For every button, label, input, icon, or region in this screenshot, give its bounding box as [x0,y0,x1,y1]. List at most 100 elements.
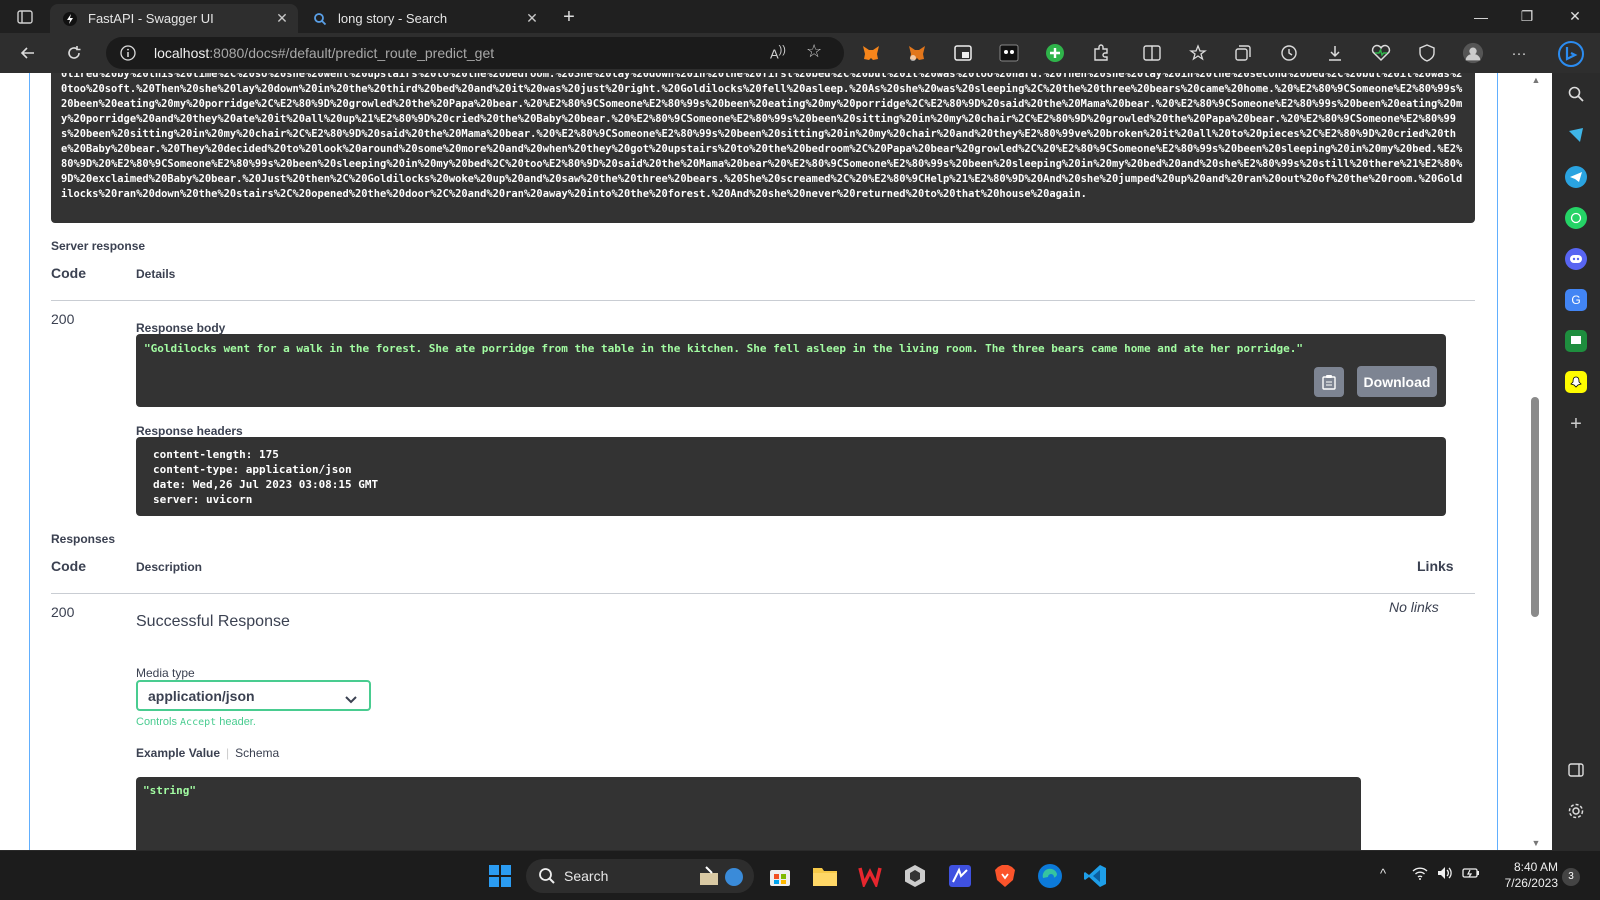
notification-badge[interactable]: 3 [1562,868,1580,886]
tab-example-value[interactable]: Example Value [136,746,220,760]
close-window-icon[interactable]: ✕ [1552,0,1598,33]
volume-icon[interactable] [1437,866,1453,883]
add-sidebar-app-icon[interactable]: + [1565,413,1587,435]
taskbar-search[interactable]: Search [526,859,754,893]
collections-icon[interactable] [1232,42,1254,64]
edge-sidebar: G + [1552,73,1600,850]
restore-icon[interactable]: ❐ [1504,0,1550,33]
picture-in-picture-icon[interactable] [952,42,974,64]
favorite-star-icon[interactable]: ☆ [806,41,822,62]
start-windows-icon[interactable] [484,860,516,892]
chevron-down-icon [345,691,357,709]
response-body: "Goldilocks went for a walk in the fores… [136,334,1446,407]
no-links-text: No links [1389,599,1439,615]
downloads-icon[interactable] [1324,42,1346,64]
chat-icon[interactable] [1565,330,1587,352]
tab-search[interactable]: long story - Search ✕ [300,4,548,33]
response-body-label: Response body [136,321,226,335]
health-extension-icon[interactable] [1370,42,1392,64]
server-response-heading: Server response [51,239,146,253]
whatsapp-icon[interactable] [1565,207,1587,229]
clipboard-icon [1322,375,1336,390]
browser-essentials-icon[interactable] [1416,42,1438,64]
address-bar[interactable]: localhost:8080/docs#/default/predict_rou… [106,37,844,69]
tab-schema[interactable]: Schema [235,746,279,760]
search-icon[interactable] [1565,83,1587,105]
show-hidden-icons-chevron-icon[interactable]: ^ [1380,866,1386,881]
split-screen-icon[interactable] [1141,42,1163,64]
response-headers-label: Response headers [136,424,243,438]
dark-mode-extension-icon[interactable] [998,42,1020,64]
discord-icon[interactable] [1565,248,1587,270]
bing-copilot-icon[interactable] [1553,36,1589,72]
wps-office-icon[interactable] [854,860,886,892]
col-code: Code [51,558,86,574]
editor-app-icon[interactable] [944,860,976,892]
search-icon [538,867,556,888]
col-code: Code [51,265,86,281]
operation-panel: 0tired%20by%20this%20time%2C%20so%20she%… [29,73,1498,850]
header-line: server: uvicorn [153,493,253,506]
download-button[interactable]: Download [1357,366,1437,397]
unity-icon[interactable] [899,860,931,892]
shopping-icon[interactable] [1565,124,1587,146]
tab-title: long story - Search [338,11,448,26]
media-type-value: application/json [148,688,255,704]
example-value-text: "string" [143,784,196,797]
swagger-page: 0tired%20by%20this%20time%2C%20so%20she%… [0,73,1552,850]
file-explorer-icon[interactable] [809,860,841,892]
site-info-icon[interactable] [120,45,136,61]
metamask-extension-icon[interactable] [860,42,882,64]
clock-time: 8:40 AM [1513,860,1558,874]
browser-toolbar: localhost:8080/docs#/default/predict_rou… [0,33,1600,73]
header-line: content-length: 175 [153,448,279,461]
controls-accept-note: Controls Accept header. [136,716,256,728]
close-tab-icon[interactable]: ✕ [270,10,294,27]
browser-titlebar: FastAPI - Swagger UI ✕ long story - Sear… [0,0,1600,33]
col-details: Details [136,267,176,281]
metamask-flask-extension-icon[interactable] [906,42,928,64]
scrollbar-thumb[interactable] [1531,397,1539,617]
edge-browser-icon[interactable] [1034,860,1066,892]
wifi-icon[interactable] [1412,866,1428,883]
example-schema-tabs: Example Value | Schema [136,746,280,760]
windows-taskbar: Search ^ 8:40 AM 7/26/2023 3 [0,850,1600,900]
back-icon[interactable] [14,41,42,65]
vscode-icon[interactable] [1079,860,1111,892]
profile-avatar[interactable] [1462,42,1484,64]
history-icon[interactable] [1278,42,1300,64]
example-value-code: "string" [136,777,1361,850]
media-type-label: Media type [136,666,195,680]
brave-browser-icon[interactable] [989,860,1021,892]
add-extension-icon[interactable] [1044,42,1066,64]
snapchat-icon[interactable] [1565,371,1587,393]
scroll-down-icon[interactable]: ▼ [1530,838,1542,848]
favorites-icon[interactable] [1187,42,1209,64]
telegram-icon[interactable] [1565,166,1587,188]
col-description: Description [136,560,203,574]
scroll-up-icon[interactable]: ▲ [1530,75,1542,85]
response-description: Successful Response [136,613,290,630]
refresh-icon[interactable] [60,41,88,65]
settings-gear-icon[interactable] [1565,800,1587,822]
tab-actions-icon[interactable] [12,7,38,27]
copy-to-clipboard-button[interactable] [1314,367,1344,397]
extensions-puzzle-icon[interactable] [1090,42,1112,64]
search-favicon-icon [312,11,328,27]
battery-icon[interactable] [1462,866,1480,883]
header-line: content-type: application/json [153,463,352,476]
microsoft-store-icon[interactable] [764,860,796,892]
hide-sidebar-icon[interactable] [1565,759,1587,781]
new-tab-button[interactable]: + [556,6,582,30]
tab-swagger[interactable]: FastAPI - Swagger UI ✕ [50,4,298,33]
google-translate-icon[interactable]: G [1565,289,1587,311]
response-headers: content-length: 175 content-type: applic… [136,437,1446,516]
search-highlight-icon [700,866,743,886]
minimize-icon[interactable]: — [1458,0,1504,33]
response-body-text: "Goldilocks went for a walk in the fores… [144,342,1303,355]
more-options-icon[interactable]: ··· [1508,42,1530,64]
close-tab-icon[interactable]: ✕ [520,10,544,27]
taskbar-clock[interactable]: 8:40 AM 7/26/2023 [1490,859,1558,891]
media-type-select[interactable]: application/json [136,680,371,711]
read-aloud-icon[interactable]: A)) [770,44,786,61]
